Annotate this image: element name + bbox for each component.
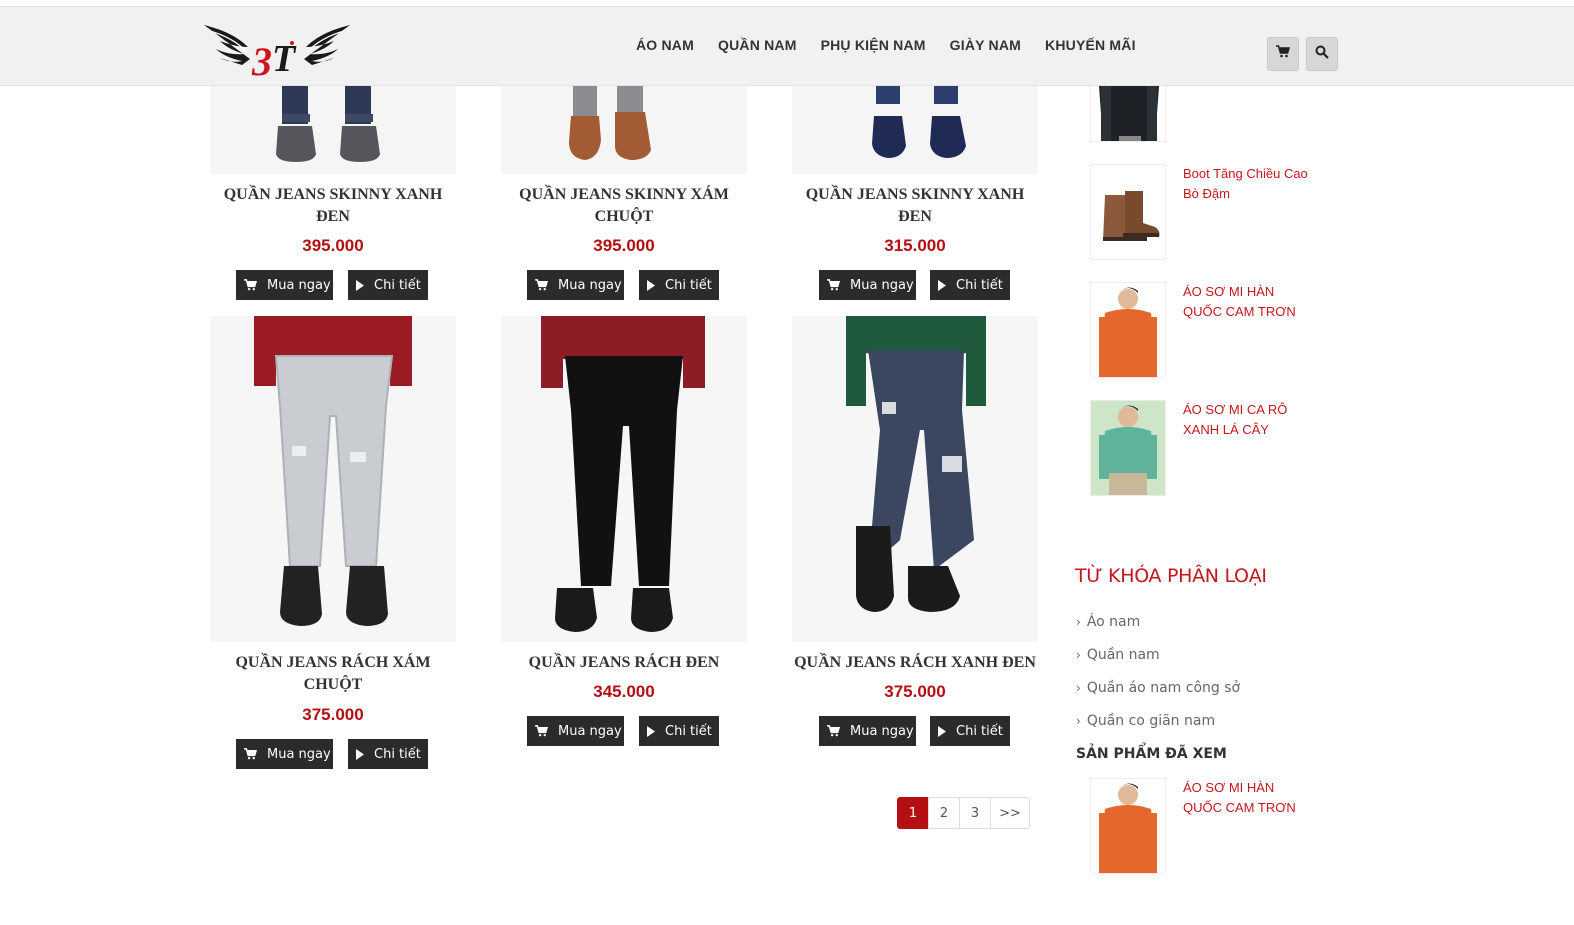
related-thumbnail[interactable] — [1090, 282, 1166, 378]
nav-phu-kien-nam[interactable]: PHỤ KIỆN NAM — [821, 37, 926, 53]
play-icon — [356, 748, 364, 760]
detail-label: Chi tiết — [374, 277, 421, 293]
tag-label: Quần áo nam công sở — [1086, 680, 1241, 696]
svg-text:3: 3 — [251, 39, 272, 81]
tag-link[interactable]: › Áo nam — [1076, 614, 1140, 630]
cart-button[interactable] — [1267, 37, 1299, 71]
chevron-right-icon: › — [1076, 681, 1081, 695]
next-page[interactable]: >> — [990, 797, 1030, 829]
buy-now-label: Mua ngay — [267, 277, 331, 293]
nav-khuyen-mai[interactable]: KHUYẾN MÃI — [1045, 37, 1136, 53]
tag-label: Quần nam — [1086, 647, 1160, 663]
related-thumbnail[interactable] — [1090, 400, 1166, 496]
buy-now-label: Mua ngay — [850, 277, 914, 293]
play-icon — [647, 279, 655, 291]
cart-icon — [535, 725, 548, 737]
viewed-heading: SẢN PHẨM ĐÃ XEM — [1076, 746, 1227, 762]
related-name[interactable]: Boot Tăng Chiều Cao Bò Đậm — [1183, 164, 1313, 204]
buy-now-label: Mua ngay — [558, 723, 622, 739]
buy-now-button[interactable]: Mua ngay — [236, 739, 333, 769]
product-image[interactable] — [792, 86, 1038, 174]
viewed-thumbnail[interactable] — [1090, 778, 1166, 874]
nav-giay-nam[interactable]: GIÀY NAM — [950, 37, 1021, 53]
buy-now-button[interactable]: Mua ngay — [819, 716, 916, 746]
site-logo[interactable]: 3 T — [200, 21, 354, 84]
product-price: 395.000 — [302, 236, 364, 255]
play-icon — [356, 279, 364, 291]
product-price: 395.000 — [593, 236, 655, 255]
detail-button[interactable]: Chi tiết — [930, 270, 1010, 300]
product-image[interactable] — [792, 316, 1038, 642]
product-image[interactable] — [501, 86, 747, 174]
detail-button[interactable]: Chi tiết — [639, 716, 719, 746]
product-name[interactable]: QUẦN JEANS RÁCH XÁM CHUỘT — [210, 652, 456, 696]
search-button[interactable] — [1306, 37, 1338, 71]
cart-icon — [1276, 45, 1291, 63]
detail-button[interactable]: Chi tiết — [639, 270, 719, 300]
product-price: 345.000 — [593, 682, 655, 701]
product-name[interactable]: QUẦN JEANS RÁCH XANH ĐEN — [792, 652, 1038, 674]
detail-label: Chi tiết — [665, 723, 712, 739]
buy-now-label: Mua ngay — [850, 723, 914, 739]
tag-label: Áo nam — [1086, 614, 1141, 630]
tags-heading: TỪ KHÓA PHÂN LOẠI — [1075, 565, 1267, 587]
buy-now-button[interactable]: Mua ngay — [819, 270, 916, 300]
buy-now-button[interactable]: Mua ngay — [236, 270, 333, 300]
product-image[interactable] — [501, 316, 747, 642]
product-price: 375.000 — [302, 705, 364, 724]
buy-now-label: Mua ngay — [558, 277, 622, 293]
related-thumbnail[interactable] — [1090, 164, 1166, 260]
detail-button[interactable]: Chi tiết — [348, 739, 428, 769]
cart-icon — [827, 279, 840, 291]
tag-link[interactable]: › Quần co giãn nam — [1076, 713, 1215, 729]
tag-link[interactable]: › Quần áo nam công sở — [1076, 680, 1240, 696]
tag-link[interactable]: › Quần nam — [1076, 647, 1160, 663]
chevron-right-icon: › — [1076, 648, 1081, 662]
nav-ao-nam[interactable]: ÁO NAM — [636, 37, 694, 53]
cart-icon — [244, 279, 257, 291]
detail-label: Chi tiết — [956, 277, 1003, 293]
product-price: 375.000 — [884, 682, 946, 701]
product-name[interactable]: QUẦN JEANS SKINNY XANH ĐEN — [210, 184, 456, 228]
cart-icon — [827, 725, 840, 737]
chevron-right-icon: › — [1076, 615, 1081, 629]
related-name[interactable]: ÁO SƠ MI CA RÔ XANH LÁ CÂY — [1183, 400, 1313, 440]
search-icon — [1315, 45, 1329, 64]
cart-icon — [244, 748, 257, 760]
page-2[interactable]: 2 — [928, 797, 960, 829]
cart-icon — [535, 279, 548, 291]
detail-label: Chi tiết — [374, 746, 421, 762]
product-image[interactable] — [210, 316, 456, 642]
detail-label: Chi tiết — [665, 277, 712, 293]
product-name[interactable]: QUẦN JEANS SKINNY XÁM CHUỘT — [501, 184, 747, 228]
page-1[interactable]: 1 — [897, 797, 929, 829]
site-header: 3 T ÁO NAM QUẦN NAM PHỤ KIỆN NAM GIÀY NA… — [0, 6, 1574, 86]
nav-quan-nam[interactable]: QUẦN NAM — [718, 37, 797, 53]
buy-now-button[interactable]: Mua ngay — [527, 270, 624, 300]
pagination: 1 2 3 >> — [897, 797, 1030, 829]
product-name[interactable]: QUẦN JEANS RÁCH ĐEN — [501, 652, 747, 674]
page-3[interactable]: 3 — [959, 797, 991, 829]
buy-now-button[interactable]: Mua ngay — [527, 716, 624, 746]
play-icon — [938, 279, 946, 291]
play-icon — [938, 725, 946, 737]
buy-now-label: Mua ngay — [267, 746, 331, 762]
related-name[interactable]: ÁO SƠ MI HÀN QUỐC CAM TRƠN — [1183, 282, 1313, 322]
detail-button[interactable]: Chi tiết — [930, 716, 1010, 746]
detail-label: Chi tiết — [956, 723, 1003, 739]
play-icon — [647, 725, 655, 737]
viewed-name[interactable]: ÁO SƠ MI HÀN QUỐC CAM TRƠN — [1183, 778, 1313, 818]
product-image[interactable] — [210, 86, 456, 174]
product-name[interactable]: QUẦN JEANS SKINNY XANH ĐEN — [792, 184, 1038, 228]
tag-label: Quần co giãn nam — [1086, 713, 1216, 729]
chevron-right-icon: › — [1076, 714, 1081, 728]
related-thumbnail[interactable] — [1090, 86, 1166, 142]
detail-button[interactable]: Chi tiết — [348, 270, 428, 300]
product-price: 315.000 — [884, 236, 946, 255]
main-nav: ÁO NAM QUẦN NAM PHỤ KIỆN NAM GIÀY NAM KH… — [636, 37, 1160, 53]
